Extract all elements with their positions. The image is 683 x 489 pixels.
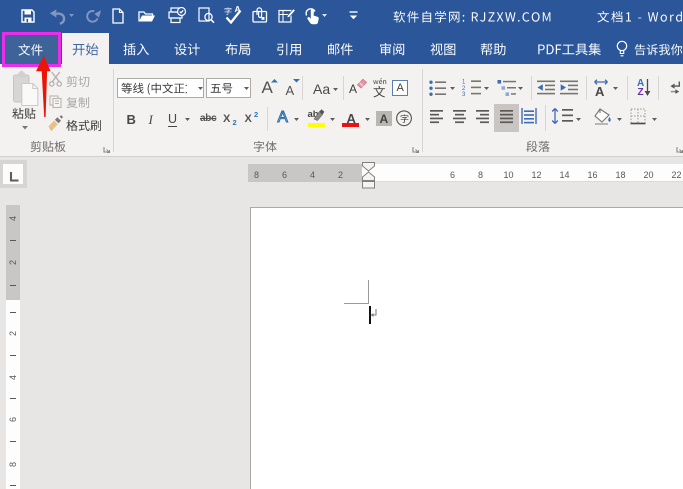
svg-text:1: 1 [462, 80, 466, 86]
svg-text:2: 2 [462, 86, 466, 92]
svg-text:3: 3 [462, 92, 466, 98]
